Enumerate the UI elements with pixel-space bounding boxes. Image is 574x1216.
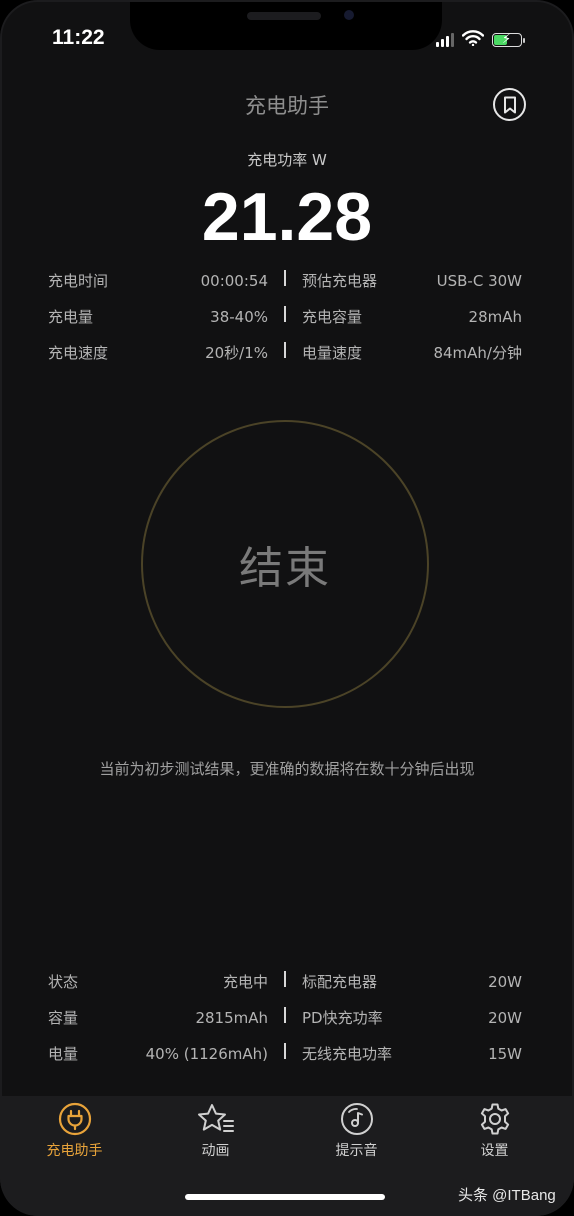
stat-value: 充电中: [222, 973, 268, 991]
stat-label: 标配充电器: [302, 973, 378, 991]
end-test-button[interactable]: 结束: [141, 420, 429, 708]
divider: [284, 1007, 286, 1023]
stat-value: 28mAh: [468, 308, 522, 326]
result-notice: 当前为初步测试结果，更准确的数据将在数十分钟后出现: [99, 760, 475, 778]
charging-power-label: 充电功率 W: [247, 151, 327, 169]
stat-label: 状态: [48, 973, 79, 991]
tab-label: 提示音: [335, 1143, 378, 1159]
tab-charging-assistant[interactable]: 充电助手: [3, 1096, 146, 1172]
stats-row: 充电速度 20秒/1% 电量速度 84mAh/分钟: [48, 342, 522, 378]
stat-label: 容量: [48, 1009, 79, 1027]
stat-value: 20W: [488, 973, 522, 991]
stat-value: 2815mAh: [195, 1009, 268, 1027]
phone-screen: 11:22 ⚡ 充电助手 充电功率 W 21.28 充电时间 00:00:54: [0, 0, 574, 1216]
tab-label: 充电助手: [46, 1143, 103, 1159]
stats-row: 充电时间 00:00:54 预估充电器 USB-C 30W: [48, 270, 522, 306]
divider: [284, 270, 286, 286]
stat-value: 84mAh/分钟: [433, 344, 522, 362]
divider: [284, 971, 286, 987]
charging-power-value: 21.28: [201, 179, 373, 255]
stat-label: 无线充电功率: [302, 1045, 393, 1063]
status-time: 11:22: [52, 26, 105, 49]
tab-settings[interactable]: 设置: [423, 1096, 566, 1172]
stat-value: USB-C 30W: [436, 272, 522, 290]
earpiece-speaker: [247, 12, 321, 20]
stat-value: 15W: [488, 1045, 522, 1063]
gear-icon: [478, 1102, 512, 1136]
music-disc-icon: [340, 1102, 374, 1136]
stat-value: 20秒/1%: [205, 344, 268, 362]
tab-label: 设置: [480, 1143, 509, 1159]
stat-label: 充电速度: [48, 344, 109, 362]
status-icons: ⚡: [436, 30, 525, 50]
stat-label: 充电量: [48, 308, 94, 326]
stat-label: 电量: [48, 1045, 79, 1063]
stat-label: 充电容量: [302, 308, 363, 326]
bookmark-button[interactable]: [493, 88, 526, 121]
stats-row: 电量 40% (1126mAh) 无线充电功率 15W: [48, 1043, 522, 1079]
end-test-label: 结束: [239, 543, 331, 594]
stats-row: 容量 2815mAh PD快充功率 20W: [48, 1007, 522, 1043]
stat-value: 40% (1126mAh): [145, 1045, 268, 1063]
stat-value: 20W: [488, 1009, 522, 1027]
notch: [130, 0, 442, 50]
star-list-icon: [197, 1102, 235, 1136]
stat-label: 充电时间: [48, 272, 109, 290]
cellular-signal-icon: [436, 33, 454, 47]
page-title: 充电助手: [245, 94, 329, 118]
stat-label: PD快充功率: [302, 1009, 383, 1027]
tab-animation[interactable]: 动画: [144, 1096, 287, 1172]
charge-stats-table: 充电时间 00:00:54 预估充电器 USB-C 30W 充电量 38-40%…: [48, 270, 522, 378]
bookmark-icon: [503, 96, 516, 113]
stats-row: 状态 充电中 标配充电器 20W: [48, 971, 522, 1007]
tab-label: 动画: [201, 1143, 230, 1159]
home-indicator[interactable]: [185, 1194, 385, 1200]
tab-alert-sound[interactable]: 提示音: [285, 1096, 428, 1172]
stat-label: 电量速度: [302, 344, 363, 362]
plug-icon: [58, 1102, 92, 1136]
divider: [284, 1043, 286, 1059]
stat-value: 00:00:54: [200, 272, 268, 290]
battery-charging-icon: ⚡: [492, 32, 525, 47]
stats-row: 充电量 38-40% 充电容量 28mAh: [48, 306, 522, 342]
wifi-icon: [461, 30, 485, 50]
stat-label: 预估充电器: [302, 272, 378, 290]
stat-value: 38-40%: [210, 308, 268, 326]
front-camera: [344, 10, 354, 20]
divider: [284, 306, 286, 322]
watermark: 头条 @ITBang: [458, 1187, 556, 1204]
divider: [284, 342, 286, 358]
device-stats-table: 状态 充电中 标配充电器 20W 容量 2815mAh PD快充功率 20W 电…: [48, 971, 522, 1079]
